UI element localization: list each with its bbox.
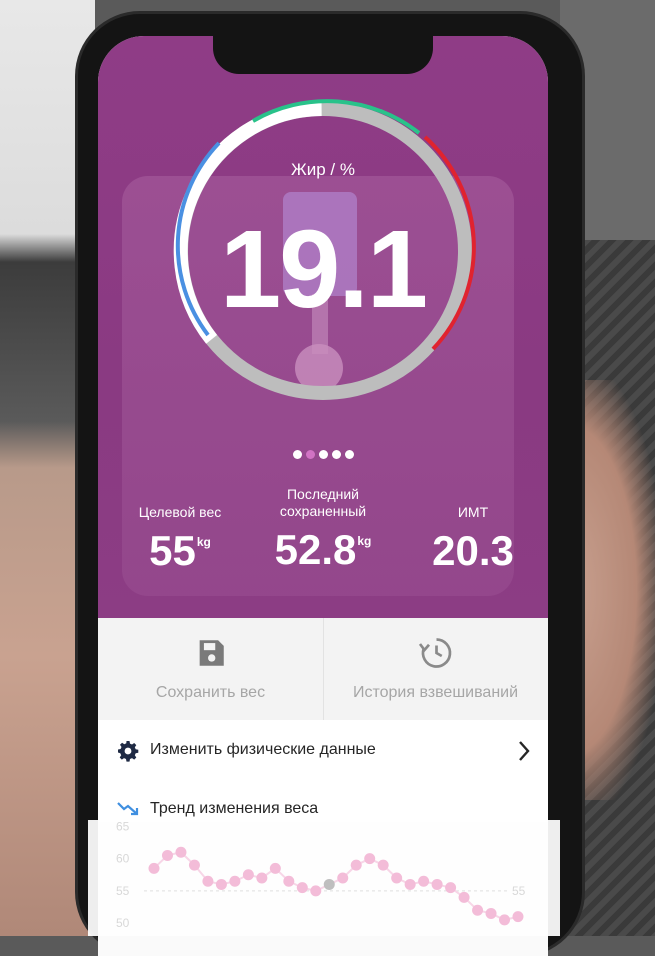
weigh-history-label: История взвешиваний [352,684,519,701]
chevron-right-icon [519,741,530,761]
trend-point[interactable] [472,904,484,916]
trend-point[interactable] [242,869,254,881]
target-weight-number: 55 [149,527,196,574]
weight-trend-chart: 65 60 55 50 55 [88,820,560,936]
target-weight-stat: Целевой вес 55kg [120,504,240,575]
page-dot[interactable] [331,450,341,459]
page-dot[interactable] [318,450,328,459]
trend-point[interactable] [188,859,200,871]
page-dot[interactable] [292,450,302,459]
page-dot[interactable] [344,450,354,459]
y-tick-label: 65 [116,820,130,833]
gear-icon [118,741,139,762]
trend-point[interactable] [377,859,389,871]
trend-point[interactable] [512,911,524,923]
weigh-history-button[interactable]: История взвешиваний [323,618,548,720]
y-tick-label: 55 [116,884,130,898]
y-tick-label: 60 [116,852,130,866]
trend-point[interactable] [458,891,470,903]
app-screen: Жир / % 19.1 Целевой вес 55kg Последний … [98,36,548,956]
weight-trend-header[interactable]: Тренд изменения веса [98,782,548,822]
trend-point[interactable] [364,853,376,865]
last-saved-label-2: сохраненный [279,503,367,519]
trend-point[interactable] [215,878,227,890]
last-saved-unit: kg [357,534,372,548]
last-saved-stat: Последний сохраненный 52.8kg [258,486,388,574]
trend-point[interactable] [418,875,430,887]
bmi-label: ИМТ [457,504,489,520]
page-dot-active[interactable] [305,450,315,459]
trend-point[interactable] [445,882,457,894]
action-bar: Сохранить вес История взвешиваний [98,618,548,720]
save-icon [199,640,224,666]
edit-physical-data-label: Изменить физические данные [150,741,376,758]
target-weight-label: Целевой вес [138,504,222,520]
trend-point[interactable] [350,859,362,871]
trend-point[interactable] [256,872,268,884]
trend-point[interactable] [485,907,497,919]
save-weight-label: Сохранить вес [155,684,266,701]
trend-point[interactable] [202,875,214,887]
last-saved-value: 52.8kg [258,526,388,574]
bmi-stat: ИМТ 20.3 [413,504,533,575]
last-saved-number: 52.8 [274,526,357,573]
trend-point[interactable] [323,878,335,890]
save-weight-button[interactable]: Сохранить вес [98,618,323,720]
trend-point[interactable] [148,862,160,874]
trend-point[interactable] [269,862,281,874]
trend-point[interactable] [391,872,403,884]
target-weight-value: 55kg [120,527,240,575]
trend-point[interactable] [161,849,173,861]
trend-chart-svg: 65 60 55 50 55 [116,820,526,930]
target-weight-unit: kg [196,535,211,549]
y-tick-label: 50 [116,916,130,930]
trend-point[interactable] [283,875,295,887]
last-saved-label-1: Последний [286,486,360,502]
history-icon [418,638,452,668]
bmi-value: 20.3 [432,527,514,574]
page-indicator[interactable] [98,446,548,464]
metric-value: 19.1 [219,208,428,331]
metric-label: Жир / % [291,160,355,179]
trend-point[interactable] [337,872,349,884]
edit-physical-data-row[interactable]: Изменить физические данные [98,720,548,782]
trend-point[interactable] [431,878,443,890]
trend-icon [117,802,139,816]
trend-point[interactable] [310,885,322,897]
reference-label: 55 [512,884,526,898]
phone-notch [213,30,433,74]
trend-point[interactable] [296,882,308,894]
trend-point[interactable] [499,914,511,926]
trend-point[interactable] [175,846,187,858]
weight-trend-label: Тренд изменения веса [150,800,319,817]
trend-point[interactable] [404,878,416,890]
trend-point[interactable] [229,875,241,887]
hero-panel[interactable]: Жир / % 19.1 Целевой вес 55kg Последний … [98,36,548,618]
